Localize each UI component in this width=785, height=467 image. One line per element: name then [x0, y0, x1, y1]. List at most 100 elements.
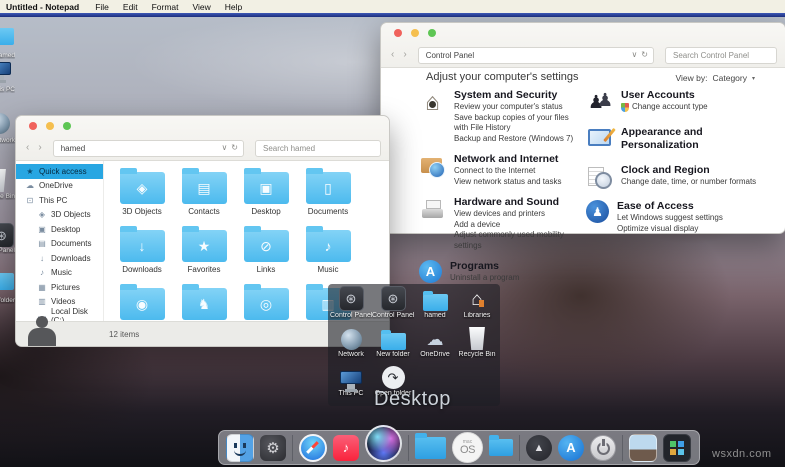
search-box[interactable]	[665, 46, 777, 64]
category-ease-of-access[interactable]: ♟ Ease of Access Let Windows suggest set…	[586, 200, 782, 234]
sidebar-item-3d-objects[interactable]: 3D Objects	[16, 208, 103, 223]
category-system-and-security[interactable]: ⌂ System and Security Review your comput…	[419, 88, 584, 145]
category-link[interactable]: Let Windows suggest settings	[617, 213, 723, 224]
sidebar-item-downloads[interactable]: Downloads	[16, 251, 103, 266]
control-panel-titlebar[interactable]: ‹ › ∨ ↻	[381, 23, 785, 68]
sidebar-item-quick-access[interactable]: Quick access	[16, 164, 103, 179]
back-button[interactable]: ‹	[24, 143, 31, 153]
desktop-icon-onedrive[interactable]: ☁ OneDrive	[414, 326, 456, 365]
music-app-icon[interactable]: ♪	[333, 434, 359, 461]
category-link[interactable]: Change account type	[621, 102, 708, 113]
desktop-icon-libraries[interactable]: ⌂ Libraries	[456, 287, 498, 326]
dropdown-icon[interactable]: ∨	[631, 51, 637, 59]
launchpad-icon[interactable]: ▲	[526, 434, 552, 461]
close-button[interactable]	[29, 122, 37, 130]
search-input[interactable]	[261, 142, 375, 154]
refresh-icon[interactable]: ↻	[641, 51, 648, 59]
explorer-titlebar[interactable]: ‹ › ∨ ↻	[16, 116, 389, 161]
category-title[interactable]: Ease of Access	[617, 200, 723, 213]
desktop-icon-control-panel-2[interactable]: ⊛ Control Panel	[372, 286, 414, 326]
category-link[interactable]: Connect to the Internet	[454, 166, 561, 177]
desktop-icon-recycle-bin-edge[interactable]: Recycle Bin	[0, 168, 15, 200]
safari-icon[interactable]	[299, 433, 327, 462]
back-button[interactable]: ‹	[389, 50, 396, 60]
folder-links[interactable]: Links	[235, 226, 297, 284]
category-title[interactable]: User Accounts	[621, 89, 708, 102]
category-link[interactable]: Save backup copies of your files with Fi…	[454, 113, 584, 134]
menu-edit[interactable]: Edit	[123, 2, 138, 12]
menu-view[interactable]: View	[192, 2, 210, 12]
desktop-icon-hamed[interactable]: hamed	[414, 287, 456, 326]
sidebar-item-pictures[interactable]: Pictures	[16, 280, 103, 295]
category-title[interactable]: Clock and Region	[621, 164, 756, 177]
maximize-button[interactable]	[428, 29, 436, 37]
close-button[interactable]	[394, 29, 402, 37]
app-store-icon[interactable]: A	[558, 434, 584, 461]
folder-downloads[interactable]: Downloads	[111, 226, 173, 284]
photos-icon[interactable]	[629, 433, 657, 462]
folder-desktop[interactable]: Desktop	[235, 168, 297, 226]
category-link[interactable]: View network status and tasks	[454, 177, 561, 188]
desktop-icon-new-folder-edge[interactable]: New folder	[0, 272, 15, 304]
category-user-accounts[interactable]: User Accounts Change account type	[586, 89, 782, 116]
finder-icon[interactable]	[226, 433, 254, 462]
folder-music[interactable]: Music	[297, 226, 359, 284]
desktop-icon-network-edge[interactable]: Network	[0, 112, 15, 144]
category-link[interactable]: View devices and printers	[454, 209, 584, 220]
category-programs[interactable]: A Programs Uninstall a program	[419, 260, 584, 284]
folder-documents[interactable]: Documents	[297, 168, 359, 226]
desktop-icon-network[interactable]: Network	[330, 326, 372, 365]
desktop-icon-hamed-edge[interactable]: hamed	[0, 27, 15, 59]
search-input[interactable]	[671, 49, 771, 61]
category-title[interactable]: Appearance and Personalization	[621, 126, 782, 152]
category-link[interactable]: Uninstall a program	[450, 273, 519, 284]
folder-pictures[interactable]: Pictures	[111, 284, 173, 322]
category-clock-and-region[interactable]: Clock and Region Change date, time, or n…	[586, 164, 782, 191]
desktop-icon-new-folder[interactable]: New folder	[372, 326, 414, 365]
folder-contacts[interactable]: Contacts	[173, 168, 235, 226]
address-input[interactable]	[423, 49, 628, 61]
dropdown-icon[interactable]: ∨	[221, 144, 227, 152]
folder-saved-games[interactable]: Saved Games	[173, 284, 235, 322]
sidebar-item-music[interactable]: Music	[16, 266, 103, 281]
power-icon[interactable]	[590, 434, 616, 461]
address-input[interactable]	[58, 142, 218, 154]
macos-logo-icon[interactable]: mac OS	[452, 432, 483, 463]
category-title[interactable]: Programs	[450, 260, 519, 273]
documents-folder-icon[interactable]	[489, 435, 513, 456]
desktop-icon-recycle-bin[interactable]: Recycle Bin	[456, 326, 498, 365]
desktop-icon-this-pc-edge[interactable]: This PC	[0, 61, 15, 93]
category-link[interactable]: Change date, time, or number formats	[621, 177, 756, 188]
search-box[interactable]	[255, 139, 381, 157]
system-preferences-icon[interactable]: ⚙	[260, 434, 286, 461]
category-link[interactable]: Adjust commonly used mobility settings	[454, 230, 584, 251]
desktop-icon-control-panel-edge[interactable]: ⊛ Control Panel	[0, 222, 15, 254]
category-title[interactable]: Hardware and Sound	[454, 196, 584, 209]
category-link[interactable]: Optimize visual display	[617, 224, 723, 235]
category-link[interactable]: Add a device	[454, 220, 584, 231]
folder-3d-objects[interactable]: 3D Objects	[111, 168, 173, 226]
folder-favorites[interactable]: Favorites	[173, 226, 235, 284]
sidebar-item-desktop[interactable]: Desktop	[16, 222, 103, 237]
minimize-button[interactable]	[46, 122, 54, 130]
desktop-icon-control-panel-1[interactable]: ⊛ Control Panel	[330, 286, 372, 326]
sidebar-item-onedrive[interactable]: OneDrive	[16, 179, 103, 194]
siri-icon[interactable]	[365, 425, 402, 462]
category-link[interactable]: Backup and Restore (Windows 7)	[454, 134, 584, 145]
category-title[interactable]: Network and Internet	[454, 153, 561, 166]
menu-file[interactable]: File	[95, 2, 109, 12]
address-bar[interactable]: ∨ ↻	[52, 139, 244, 157]
maximize-button[interactable]	[63, 122, 71, 130]
category-title[interactable]: System and Security	[454, 89, 584, 102]
view-by-value[interactable]: Category	[712, 73, 747, 83]
desktop-icon-this-pc[interactable]: This PC	[330, 365, 372, 404]
category-hardware-and-sound[interactable]: Hardware and Sound View devices and prin…	[419, 196, 584, 251]
forward-button[interactable]: ›	[36, 143, 43, 153]
menu-help[interactable]: Help	[225, 2, 242, 12]
view-by-control[interactable]: View by: Category ▾	[676, 73, 756, 83]
forward-button[interactable]: ›	[401, 50, 408, 60]
sidebar-item-documents[interactable]: Documents	[16, 237, 103, 252]
category-network-and-internet[interactable]: Network and Internet Connect to the Inte…	[419, 153, 584, 187]
sidebar-item-this-pc[interactable]: This PC	[16, 193, 103, 208]
refresh-icon[interactable]: ↻	[231, 144, 238, 152]
